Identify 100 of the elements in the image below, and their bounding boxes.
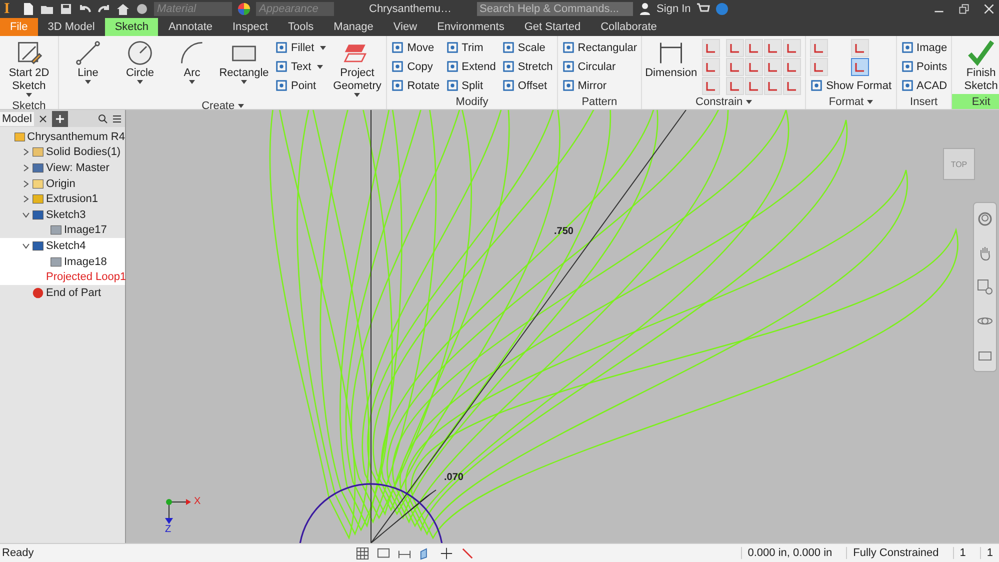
tool-button[interactable]: Trim xyxy=(446,39,496,56)
status-count: 1 xyxy=(980,547,999,559)
grid-icon[interactable] xyxy=(356,546,369,560)
menu-icon[interactable] xyxy=(112,114,122,124)
tool-icon xyxy=(275,60,288,73)
tree-item[interactable]: End of Part xyxy=(46,286,102,299)
tool-icon xyxy=(562,41,575,54)
move-icon[interactable] xyxy=(440,546,453,560)
panel-title[interactable]: Insert xyxy=(896,94,952,109)
arc-tool-button[interactable]: Arc xyxy=(167,39,217,100)
tree-item[interactable]: Origin xyxy=(46,178,76,190)
tool-button[interactable]: Rotate xyxy=(391,77,440,94)
sketch-tool-button[interactable]: Start 2D Sketch xyxy=(4,39,54,100)
tool-button[interactable]: Copy xyxy=(391,58,440,75)
close-icon[interactable] xyxy=(38,114,48,124)
user-icon xyxy=(638,2,652,16)
tool-icon xyxy=(275,79,288,92)
tool-button[interactable]: Point xyxy=(275,77,326,94)
steering-wheel-icon[interactable] xyxy=(977,211,993,227)
tool-icon xyxy=(502,60,515,73)
ribbon-tab[interactable]: Get Started xyxy=(514,18,591,36)
restore-icon[interactable] xyxy=(958,3,970,15)
ribbon-tab[interactable]: View xyxy=(383,18,428,36)
tool-button[interactable]: Split xyxy=(446,77,496,94)
ribbon-tab[interactable]: Tools xyxy=(278,18,324,36)
app-logo[interactable]: I xyxy=(4,0,16,18)
document-title: Chrysanthemu… xyxy=(369,3,452,15)
tool-icon xyxy=(900,41,914,54)
tool-button[interactable]: Image xyxy=(900,39,948,56)
expand-chevron-icon[interactable] xyxy=(22,148,30,156)
tool-icon xyxy=(446,79,459,92)
tool-button[interactable]: Fillet xyxy=(275,39,326,56)
axis-indicator-drawing xyxy=(165,499,191,524)
tool-button[interactable]: Show Format xyxy=(810,77,892,94)
model-tab[interactable]: Model xyxy=(0,112,34,126)
tool-button[interactable]: Stretch xyxy=(502,58,553,75)
tree-item[interactable]: Solid Bodies(1) xyxy=(46,146,121,158)
tool-icon xyxy=(446,41,459,54)
ribbon-tab[interactable]: Manage xyxy=(324,18,384,36)
tool-icon xyxy=(562,60,575,73)
expand-chevron-icon[interactable] xyxy=(22,210,30,219)
sign-in-link[interactable]: Sign In xyxy=(656,3,691,15)
panel-title[interactable]: Pattern xyxy=(558,94,642,109)
circle-icon xyxy=(126,39,154,67)
color-wheel-icon[interactable] xyxy=(237,2,251,16)
ribbon-tab[interactable]: Collaborate xyxy=(590,18,667,36)
tool-button[interactable]: Offset xyxy=(502,77,553,94)
project-tool-button[interactable]: Project Geometry xyxy=(332,39,382,100)
rectangle-tool-button[interactable]: Rectangle xyxy=(219,39,269,100)
help-icon[interactable] xyxy=(714,2,729,16)
home-icon[interactable] xyxy=(116,2,130,16)
expand-chevron-icon[interactable] xyxy=(22,195,30,204)
tree-node-icon xyxy=(32,240,44,252)
panel-title[interactable]: Exit xyxy=(952,94,999,109)
ribbon-tab[interactable]: Environments xyxy=(427,18,514,36)
save-icon[interactable] xyxy=(59,2,73,16)
tree-item[interactable]: Image17 xyxy=(64,224,107,236)
add-icon[interactable] xyxy=(52,110,68,126)
tool-button[interactable]: Extend xyxy=(446,58,496,75)
axis-label: X xyxy=(194,496,201,507)
display-icon[interactable] xyxy=(377,546,390,560)
axis-label: Z xyxy=(165,524,172,535)
ribbon-tab[interactable]: Inspect xyxy=(222,18,278,36)
tool-icon xyxy=(502,79,515,92)
line-icon xyxy=(74,39,102,67)
expand-chevron-icon[interactable] xyxy=(22,164,30,172)
zoom-icon[interactable] xyxy=(977,279,993,295)
check-tool-button[interactable]: Finish Sketch xyxy=(956,39,999,94)
ribbon-tab[interactable]: Sketch xyxy=(104,18,158,36)
tool-button[interactable]: Points xyxy=(900,58,948,75)
tree-item[interactable]: Sketch3 xyxy=(46,208,86,221)
line-tool-button[interactable]: Line xyxy=(63,39,113,100)
tool-icon xyxy=(391,79,404,92)
tree-item[interactable]: View: Master xyxy=(46,162,110,174)
panel-title[interactable]: Sketch xyxy=(0,100,58,112)
coordinates-readout: 0.000 in, 0.000 in xyxy=(740,547,838,559)
constraint-button[interactable] xyxy=(851,58,870,76)
search-icon[interactable] xyxy=(98,114,108,124)
ribbon-tab[interactable]: Annotate xyxy=(158,18,222,36)
constraint-status: Fully Constrained xyxy=(846,547,945,559)
tool-button[interactable]: Mirror xyxy=(562,77,638,94)
tool-button[interactable]: Move xyxy=(391,39,440,56)
ribbon-tab[interactable]: 3D Model xyxy=(38,18,105,36)
tool-icon xyxy=(502,41,515,54)
tool-button[interactable]: Rectangular xyxy=(562,39,638,56)
search-field[interactable]: Search Help & Commands... xyxy=(476,2,633,16)
tool-button[interactable]: Circular xyxy=(562,58,638,75)
tool-button[interactable]: Text xyxy=(275,58,326,75)
expand-chevron-icon[interactable] xyxy=(22,180,30,188)
new-document-icon[interactable] xyxy=(21,2,35,16)
tree-item[interactable]: Chrysanthemum R4 xyxy=(27,130,125,143)
expand-chevron-icon[interactable] xyxy=(22,242,30,250)
panel-title[interactable]: Modify xyxy=(387,94,557,109)
tree-node-icon xyxy=(50,224,62,236)
tool-button[interactable]: Scale xyxy=(502,39,553,56)
circle-tool-button[interactable]: Circle xyxy=(115,39,165,100)
tree-node-icon xyxy=(32,193,44,206)
dimension-tool-button[interactable]: Dimension xyxy=(646,39,696,95)
tool-button[interactable]: ACAD xyxy=(900,77,948,94)
tree-item[interactable]: Extrusion1 xyxy=(46,193,98,206)
